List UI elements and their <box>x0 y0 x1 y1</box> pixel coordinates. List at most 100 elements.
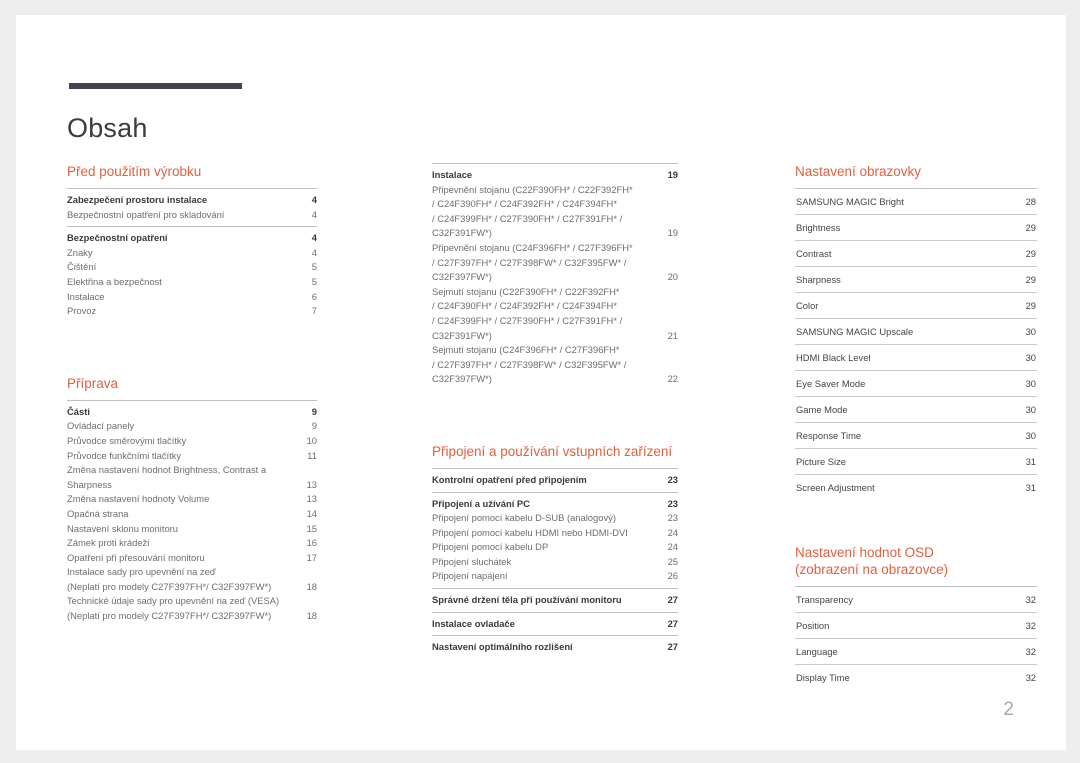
document-page: Obsah Před použitím výrobku Zabezpečení p… <box>16 15 1066 750</box>
toc-entry[interactable]: Sejmutí stojanu (C22F390FH* / C22F392FH*… <box>432 285 678 343</box>
toc-entry-page: 4 <box>311 208 317 220</box>
toc-entry[interactable]: Instalace ovladače 27 <box>432 617 678 632</box>
toc-entry-label: Instalace sady pro upevnění na zeď (Nepl… <box>67 566 272 592</box>
toc-entry[interactable]: Contrast 29 <box>795 240 1037 266</box>
toc-section: Instalace 19 Připevnění stojanu (C22F390FH… <box>432 163 678 391</box>
toc-entry-label: Instalace <box>67 290 105 302</box>
toc-section-heading: Před použitím výrobku <box>67 164 202 179</box>
toc-entry[interactable]: Zámek proti krádeži 16 <box>67 536 317 551</box>
toc-entry[interactable]: Připojení a užívání PC 23 <box>432 497 678 512</box>
toc-entry[interactable]: Instalace sady pro upevnění na zeď (Nepl… <box>67 565 317 594</box>
toc-entry[interactable]: Nastavení optimálního rozlišení 27 <box>432 640 678 655</box>
toc-entry[interactable]: Části 9 <box>67 405 317 420</box>
toc-entry[interactable]: Průvodce směrovými tlačítky 10 <box>67 434 317 449</box>
toc-entry-label: Připevnění stojanu (C22F390FH* / C22F392… <box>432 183 633 239</box>
toc-entry-page: 32 <box>1025 646 1036 657</box>
toc-entry-page: 30 <box>1025 378 1036 389</box>
toc-entry[interactable]: Čištění 5 <box>67 260 317 275</box>
toc-entry[interactable]: Sharpness 29 <box>795 266 1037 292</box>
toc-entry-page: 30 <box>1025 352 1036 363</box>
toc-entry[interactable]: Provoz 7 <box>67 304 317 319</box>
toc-entry-page: 7 <box>311 305 317 317</box>
toc-entry-page: 19 <box>667 169 678 180</box>
toc-entry-page: 23 <box>667 512 678 524</box>
toc-section-heading: Nastavení obrazovky <box>795 164 922 179</box>
toc-entry-label: Zabezpečení prostoru instalace <box>67 194 208 205</box>
toc-entry-page: 29 <box>1025 300 1036 311</box>
toc-entry[interactable]: Nastavení sklonu monitoru 15 <box>67 522 317 537</box>
toc-entry[interactable]: Display Time 32 <box>795 664 1037 690</box>
toc-entry[interactable]: Změna nastavení hodnot Brightness, Contr… <box>67 463 317 492</box>
toc-entry-page: 24 <box>667 526 678 538</box>
toc-entry[interactable]: HDMI Black Level 30 <box>795 344 1037 370</box>
toc-entry-page: 29 <box>1025 274 1036 285</box>
toc-entry-label: Sharpness <box>796 274 841 285</box>
toc-entry-page: 31 <box>1025 456 1036 467</box>
toc-entry-page: 4 <box>311 232 317 244</box>
toc-entry-page: 22 <box>667 373 678 385</box>
toc-entry-label: Transparency <box>796 594 853 605</box>
toc-entry[interactable]: Color 29 <box>795 292 1037 318</box>
toc-entry-label: Čištění <box>67 261 97 273</box>
toc-entry[interactable]: Zabezpečení prostoru instalace 4 <box>67 193 317 208</box>
toc-entry-label: Eye Saver Mode <box>796 378 866 389</box>
toc-entry-label: Průvodce směrovými tlačítky <box>67 434 187 446</box>
toc-group: Transparency 32 Position 32 Language 32 Displa… <box>795 586 1037 690</box>
toc-entry-label: Instalace <box>432 169 473 180</box>
toc-entry-page: 16 <box>306 537 317 549</box>
toc-entry-page: 30 <box>1025 430 1036 441</box>
toc-entry[interactable]: Správné držení těla při používání monito… <box>432 593 678 608</box>
toc-entry-page: 28 <box>1025 196 1036 207</box>
toc-entry-label: Připojení pomocí kabelu DP <box>432 541 549 553</box>
toc-entry[interactable]: Připojení pomocí kabelu D-SUB (analogový… <box>432 511 678 526</box>
toc-entry[interactable]: Změna nastavení hodnoty Volume 13 <box>67 492 317 507</box>
toc-entry[interactable]: Screen Adjustment 31 <box>795 474 1037 500</box>
toc-entry-page: 26 <box>667 570 678 582</box>
toc-entry[interactable]: Znaky 4 <box>67 246 317 261</box>
toc-entry[interactable]: Ovládací panely 9 <box>67 419 317 434</box>
toc-entry[interactable]: Technické údaje sady pro upevnění na zeď… <box>67 594 317 623</box>
toc-entry-label: Opačná strana <box>67 507 129 519</box>
toc-entry-label: Změna nastavení hodnoty Volume <box>67 493 210 505</box>
toc-entry[interactable]: SAMSUNG MAGIC Bright 28 <box>795 188 1037 214</box>
toc-entry[interactable]: Instalace 6 <box>67 290 317 305</box>
toc-entry[interactable]: Bezpečnostní opatření pro skladování 4 <box>67 208 317 223</box>
toc-entry[interactable]: Bezpečnostní opatření 4 <box>67 231 317 246</box>
toc-entry[interactable]: Sejmutí stojanu (C24F396FH* / C27F396FH*… <box>432 343 678 387</box>
toc-entry-page: 30 <box>1025 326 1036 337</box>
toc-entry[interactable]: Připojení napájení 26 <box>432 569 678 584</box>
toc-entry[interactable]: Připevnění stojanu (C24F396FH* / C27F396… <box>432 241 678 285</box>
toc-entry-label: Opatření při přesouvání monitoru <box>67 551 205 563</box>
toc-entry-label: Části <box>67 405 90 417</box>
toc-entry[interactable]: Language 32 <box>795 638 1037 664</box>
toc-entry[interactable]: Opatření při přesouvání monitoru 17 <box>67 551 317 566</box>
toc-entry[interactable]: Position 32 <box>795 612 1037 638</box>
toc-entry[interactable]: Připevnění stojanu (C22F390FH* / C22F392… <box>432 183 678 241</box>
toc-entry-page: 13 <box>306 478 317 490</box>
toc-entry-page: 25 <box>667 555 678 567</box>
toc-entry[interactable]: Picture Size 31 <box>795 448 1037 474</box>
toc-entry[interactable]: Transparency 32 <box>795 586 1037 612</box>
toc-entry-page: 13 <box>306 493 317 505</box>
toc-entry-label: Připojení sluchátek <box>432 555 512 567</box>
toc-entry-label: Průvodce funkčními tlačítky <box>67 449 182 461</box>
toc-entry[interactable]: Brightness 29 <box>795 214 1037 240</box>
toc-entry-label: SAMSUNG MAGIC Bright <box>796 196 904 207</box>
toc-entry-label: HDMI Black Level <box>796 352 871 363</box>
toc-entry[interactable]: Připojení pomocí kabelu HDMI nebo HDMI-D… <box>432 526 678 541</box>
toc-entry[interactable]: SAMSUNG MAGIC Upscale 30 <box>795 318 1037 344</box>
toc-entry[interactable]: Připojení sluchátek 25 <box>432 555 678 570</box>
toc-entry[interactable]: Opačná strana 14 <box>67 507 317 522</box>
toc-entry[interactable]: Kontrolní opatření před připojením 23 <box>432 473 678 488</box>
toc-entry[interactable]: Průvodce funkčními tlačítky 11 <box>67 449 317 464</box>
toc-entry[interactable]: Elektřina a bezpečnost 5 <box>67 275 317 290</box>
toc-entry[interactable]: Instalace 19 <box>432 168 678 183</box>
toc-group: Zabezpečení prostoru instalace 4 Bezpečnos… <box>67 188 317 226</box>
toc-entry-label: Screen Adjustment <box>796 482 875 493</box>
toc-entry[interactable]: Game Mode 30 <box>795 396 1037 422</box>
toc-entry[interactable]: Připojení pomocí kabelu DP 24 <box>432 540 678 555</box>
page-number: 2 <box>1003 699 1014 720</box>
toc-entry-page: 4 <box>311 194 317 205</box>
toc-entry[interactable]: Response Time 30 <box>795 422 1037 448</box>
toc-entry[interactable]: Eye Saver Mode 30 <box>795 370 1037 396</box>
